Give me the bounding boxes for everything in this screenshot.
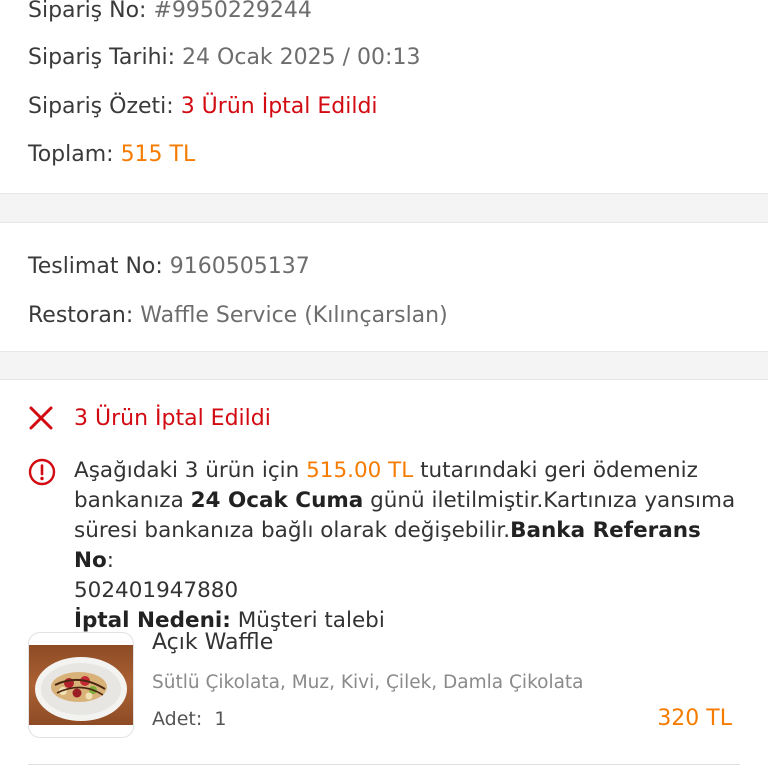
refund-amount: 515.00 TL	[306, 458, 414, 483]
delivery-number-row: Teslimat No: 9160505137	[28, 253, 310, 281]
waffle-photo-icon	[28, 632, 134, 738]
divider-line	[28, 764, 740, 765]
product-item[interactable]: Açık Waffle Sütlü Çikolata, Muz, Kivi, Ç…	[28, 630, 740, 738]
product-price: 320 TL	[657, 706, 732, 731]
order-total-row: Toplam: 515 TL	[28, 141, 195, 169]
delivery-number-value: 9160505137	[169, 254, 310, 279]
restaurant-row: Restoran: Waffle Service (Kılınçarslan)	[28, 302, 448, 330]
refund-text-part-1: Aşağıdaki 3 ürün için	[74, 458, 307, 483]
product-quantity: Adet: 1	[152, 708, 226, 730]
cancellation-header: 3 Ürün İptal Edildi	[28, 403, 271, 433]
order-total-label: Toplam:	[28, 142, 114, 167]
order-summary-label: Sipariş Özeti:	[28, 94, 174, 119]
restaurant-value: Waffle Service (Kılınçarslan)	[140, 303, 448, 328]
refund-text: Aşağıdaki 3 ürün için 515.00 TL tutarınd…	[74, 456, 738, 636]
order-summary-row: Sipariş Özeti: 3 Ürün İptal Edildi	[28, 93, 378, 121]
order-info-card: Sipariş No: #9950229244 Sipariş Tarihi: …	[0, 0, 768, 193]
order-number-value: #9950229244	[153, 0, 312, 23]
order-date-value: 24 Ocak 2025 / 00:13	[182, 45, 421, 70]
delivery-number-label: Teslimat No:	[28, 254, 163, 279]
restaurant-label: Restoran:	[28, 303, 134, 328]
bank-reference-colon: :	[106, 548, 115, 573]
refund-date: 24 Ocak Cuma	[190, 488, 364, 513]
order-number-row: Sipariş No: #9950229244	[28, 0, 312, 25]
quantity-value: 1	[214, 708, 227, 730]
order-date-row: Sipariş Tarihi: 24 Ocak 2025 / 00:13	[28, 44, 420, 72]
order-date-label: Sipariş Tarihi:	[28, 45, 176, 70]
order-detail-page: Sipariş No: #9950229244 Sipariş Tarihi: …	[0, 0, 768, 768]
quantity-label: Adet:	[152, 708, 203, 730]
info-icon	[28, 458, 56, 486]
close-x-icon	[29, 406, 53, 430]
bank-reference-value: 502401947880	[74, 578, 239, 603]
order-number-label: Sipariş No:	[28, 0, 147, 23]
order-summary-value: 3 Ürün İptal Edildi	[180, 94, 378, 119]
delivery-info-card: Teslimat No: 9160505137 Restoran: Waffle…	[0, 223, 768, 351]
section-divider	[0, 351, 768, 380]
order-total-value: 515 TL	[120, 142, 196, 167]
product-name: Açık Waffle	[152, 630, 274, 655]
cancellation-title: 3 Ürün İptal Edildi	[74, 405, 271, 431]
product-description: Sütlü Çikolata, Muz, Kivi, Çilek, Damla …	[152, 672, 584, 693]
refund-info: Aşağıdaki 3 ürün için 515.00 TL tutarınd…	[28, 456, 738, 636]
section-divider	[0, 193, 768, 223]
